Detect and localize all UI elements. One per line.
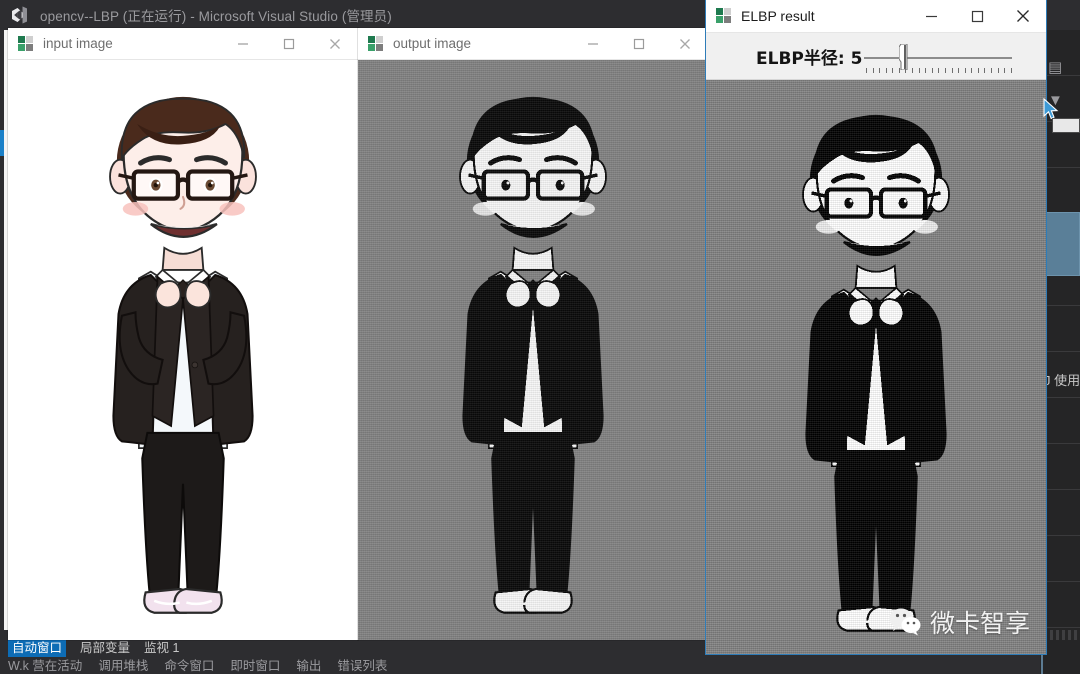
screen: opencv--LBP (正在运行) - Microsoft Visual St… xyxy=(0,0,1080,674)
panel-row[interactable] xyxy=(1044,444,1080,490)
elbp-result-window-buttons xyxy=(908,1,1046,32)
copy-icon[interactable]: ▤ xyxy=(1048,58,1062,76)
trackbar-ticks xyxy=(866,68,1012,75)
opencv-window-icon xyxy=(18,35,34,52)
close-icon[interactable] xyxy=(662,28,708,59)
panel-row[interactable] xyxy=(1044,536,1080,582)
ide-left-accent-marker xyxy=(0,130,4,156)
debug-tab-watch[interactable]: 监视 1 xyxy=(144,640,179,656)
debug-tab-output[interactable]: 输出 xyxy=(296,659,321,674)
panel-row[interactable] xyxy=(1044,306,1080,352)
maximize-icon[interactable] xyxy=(954,1,1000,32)
input-image-titlebar[interactable]: input image xyxy=(8,28,358,60)
debug-tab-immediate[interactable]: 即时窗口 xyxy=(230,659,280,674)
debug-tab-command[interactable]: 命令窗口 xyxy=(164,659,214,674)
elbp-result-canvas[interactable] xyxy=(706,80,1046,654)
debug-tab-errorlist[interactable]: 错误列表 xyxy=(337,659,387,674)
opencv-window-icon xyxy=(716,8,732,24)
debug-tab-threads[interactable]: W.k 营在活动 xyxy=(8,659,82,674)
elbp-result-window[interactable]: ELBP result ELBP半径: 5 xyxy=(706,0,1046,654)
cartoon-avatar-lbp xyxy=(383,68,683,628)
trackbar-thumb[interactable] xyxy=(899,44,908,70)
input-image-canvas[interactable] xyxy=(8,60,358,640)
elbp-radius-label: ELBP半径: 5 xyxy=(756,49,863,69)
panel-row[interactable] xyxy=(1044,398,1080,444)
elbp-result-titlebar[interactable]: ELBP result xyxy=(706,0,1046,33)
debug-tab-callstack[interactable]: 调用堆栈 xyxy=(98,659,148,674)
minimize-icon[interactable] xyxy=(908,1,954,32)
debug-tab-locals[interactable]: 局部变量 xyxy=(80,640,130,656)
minimize-icon[interactable] xyxy=(570,28,616,59)
output-image-titlebar[interactable]: output image xyxy=(358,28,708,60)
output-image-canvas[interactable] xyxy=(358,60,708,640)
debug-window-tabs-secondary: W.k 营在活动 调用堆栈 命令窗口 即时窗口 输出 错误列表 xyxy=(0,659,1040,674)
input-image-window[interactable]: input image xyxy=(8,28,358,640)
cursor-drag-badge xyxy=(1052,118,1080,133)
visual-studio-icon xyxy=(8,4,30,26)
input-image-window-buttons xyxy=(220,28,358,59)
maximize-icon[interactable] xyxy=(616,28,662,59)
minimize-icon[interactable] xyxy=(220,28,266,59)
panel-row[interactable] xyxy=(1044,490,1080,536)
ide-scroll-dots xyxy=(1044,630,1078,640)
elbp-result-title: ELBP result xyxy=(741,8,815,24)
output-image-window[interactable]: output image xyxy=(358,28,708,640)
maximize-icon[interactable] xyxy=(266,28,312,59)
close-icon[interactable] xyxy=(312,28,358,59)
panel-row[interactable] xyxy=(1044,168,1080,214)
opencv-window-icon xyxy=(368,35,384,52)
ide-title-text: opencv--LBP (正在运行) - Microsoft Visual St… xyxy=(40,9,392,24)
output-image-window-buttons xyxy=(570,28,708,59)
trackbar-track[interactable] xyxy=(864,57,1012,59)
cartoon-avatar-elbp xyxy=(726,86,1026,646)
ide-right-panel-selected-row[interactable] xyxy=(1046,212,1080,276)
cartoon-avatar-color xyxy=(33,68,333,628)
close-icon[interactable] xyxy=(1000,1,1046,32)
elbp-radius-trackbar[interactable]: ELBP半径: 5 xyxy=(706,33,1046,80)
ide-right-panel-text: J 使用 xyxy=(1044,373,1080,388)
panel-row[interactable] xyxy=(1044,582,1080,628)
output-image-title: output image xyxy=(393,36,472,51)
input-image-title: input image xyxy=(43,36,113,51)
debug-tab-autos[interactable]: 自动窗口 xyxy=(8,639,67,657)
